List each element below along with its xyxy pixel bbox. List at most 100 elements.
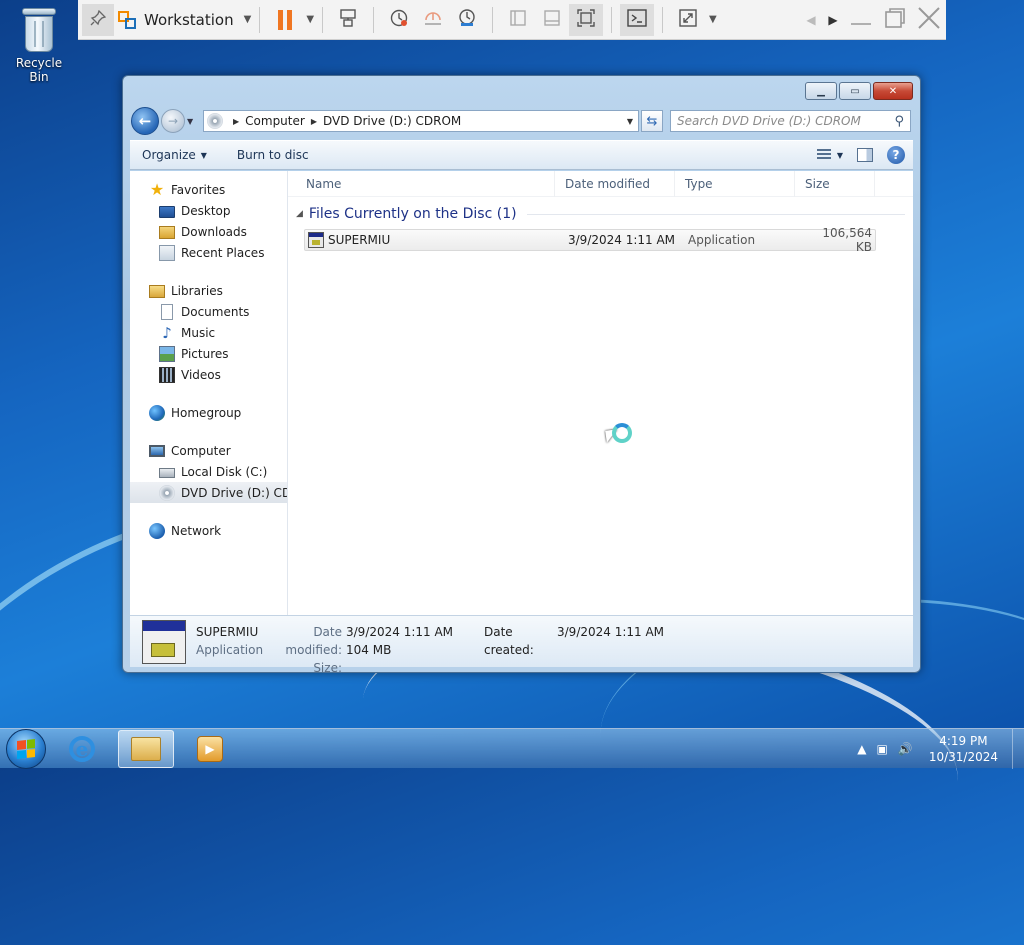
change-view-button[interactable]: ▼ [816,149,843,161]
nav-item-desktop[interactable]: Desktop [130,200,287,221]
window-maximize-button[interactable]: ▭ [839,82,871,100]
nav-item-computer[interactable]: Computer [130,440,287,461]
breadcrumb-computer[interactable]: Computer [245,114,305,128]
minimize-button[interactable] [844,4,878,36]
nav-item-network[interactable]: Network [130,520,287,541]
pin-toolbar-button[interactable] [82,3,114,36]
vm-menu-button[interactable]: Workstation ▼ [118,10,251,29]
desktop-icon-recycle-bin[interactable]: Recycle Bin [6,6,72,84]
system-tray: ▲ ▣ 🔊 4:19 PM 10/31/2024 [857,728,1024,769]
nav-item-label: Network [171,523,222,538]
clock[interactable]: 4:19 PM 10/31/2024 [929,733,998,765]
music-icon: ♪ [162,323,172,342]
search-box[interactable]: Search DVD Drive (D:) CDROM ⚲ [670,110,911,132]
start-button[interactable] [6,728,46,769]
fullscreen-menu-chevron-icon[interactable]: ▼ [709,14,717,25]
table-row[interactable]: SUPERMIU 3/9/2024 1:11 AM Application 10… [304,226,876,254]
thumbnail-bar-button[interactable] [535,4,569,36]
nav-item-pictures[interactable]: Pictures [130,343,287,364]
take-snapshot-button[interactable] [382,4,416,36]
volume-icon[interactable]: 🔊 [898,742,913,756]
breadcrumb-chevron-icon[interactable]: ▶ [311,117,317,126]
preview-pane-button[interactable] [857,148,873,162]
window-caption-buttons: ▁ ▭ ✕ [805,82,913,100]
nav-item-homegroup[interactable]: Homegroup [130,402,287,423]
recycle-bin-label: Recycle Bin [15,56,63,84]
help-icon: ? [892,148,900,162]
command-bar: Organize ▼ Burn to disc ▼ ? [130,140,913,170]
send-ctrl-alt-del-button[interactable] [331,4,365,36]
nav-item-recent-places[interactable]: Recent Places [130,242,287,263]
view-controls: ▼ ? [816,146,913,164]
nav-item-videos[interactable]: Videos [130,364,287,385]
arrow-left-icon: ← [138,112,152,130]
taskbar-internet-explorer[interactable]: e [54,730,110,768]
column-header-date[interactable]: Date modified [555,170,675,197]
nav-item-music[interactable]: ♪ Music [130,322,287,343]
taskbar-media-player[interactable]: ▶ [182,730,238,768]
breadcrumb-chevron-icon[interactable]: ▶ [233,117,239,126]
navigation-bar: ← → ▼ ▶ Computer ▶ DVD Drive (D:) CDROM … [131,106,912,136]
burn-to-disc-button[interactable]: Burn to disc [237,148,309,162]
window-close-button[interactable]: ✕ [873,82,913,100]
nav-item-label: Documents [181,304,250,319]
revert-snapshot-button[interactable] [416,4,450,36]
scroll-right-icon[interactable]: ▶ [822,4,844,36]
search-icon[interactable]: ⚲ [894,114,904,129]
full-screen-button[interactable] [671,4,705,36]
details-pane: SUPERMIU Application Date modified: Size… [130,615,913,675]
organize-button[interactable]: Organize ▼ [142,148,207,162]
recycle-bin-icon [22,8,56,52]
nav-item-label: Homegroup [171,405,242,420]
forward-button[interactable]: → [161,109,185,133]
media-player-icon: ▶ [197,735,223,762]
pause-menu-chevron-icon[interactable]: ▼ [306,14,314,25]
pause-button[interactable] [268,4,302,36]
nav-group-network: Network [130,520,287,541]
nav-item-documents[interactable]: Documents [130,301,287,322]
vm-title: Workstation [144,10,234,29]
column-header-name[interactable]: Name [288,170,555,197]
nav-item-favorites[interactable]: ★ Favorites [130,179,287,200]
restore-button[interactable] [878,4,912,36]
show-library-button[interactable] [501,4,535,36]
address-dropdown-icon[interactable]: ▼ [622,117,638,126]
refresh-icon: ⇆ [646,113,658,129]
back-button[interactable]: ← [131,107,159,135]
column-header-size[interactable]: Size [795,170,875,197]
column-header-type[interactable]: Type [675,170,795,197]
details-created-value: 3/9/2024 1:11 AM [557,625,665,639]
toolbar-divider [662,6,664,33]
nav-item-local-disk[interactable]: Local Disk (C:) [130,461,287,482]
show-desktop-button[interactable] [1012,728,1024,769]
snapshot-manager-icon [457,8,477,31]
taskbar-windows-explorer[interactable] [118,729,174,768]
console-view-button[interactable] [620,3,655,36]
nav-item-dvd-drive[interactable]: DVD Drive (D:) CDROM [130,482,287,503]
arrow-right-icon: → [167,114,179,128]
scroll-left-icon[interactable]: ◀ [800,4,822,36]
network-icon [149,522,165,539]
group-header[interactable]: ◢ Files Currently on the Disc (1) [296,206,905,222]
network-icon[interactable]: ▣ [877,742,888,756]
file-list: Name Date modified Type Size ◢ Files Cur… [288,170,913,615]
toolbar-divider [259,6,261,33]
breadcrumb-dvd-drive[interactable]: DVD Drive (D:) CDROM [323,114,461,128]
nav-item-libraries[interactable]: Libraries [130,280,287,301]
refresh-button[interactable]: ⇆ [641,110,663,132]
send-ctrl-alt-del-icon [338,8,358,31]
nav-item-downloads[interactable]: Downloads [130,221,287,242]
console-view-icon [626,8,648,31]
fit-guest-button[interactable] [569,3,604,36]
snapshot-manager-button[interactable] [450,4,484,36]
show-hidden-icons-icon[interactable]: ▲ [857,742,866,756]
recent-pages-dropdown[interactable]: ▼ [187,117,199,126]
help-button[interactable]: ? [887,146,905,164]
nav-item-label: Downloads [181,224,247,239]
address-bar[interactable]: ▶ Computer ▶ DVD Drive (D:) CDROM ▼ [203,110,639,132]
close-button[interactable] [912,4,946,36]
nav-item-label: Desktop [181,203,231,218]
group-divider [526,213,905,215]
recent-places-icon [159,244,175,261]
window-minimize-button[interactable]: ▁ [805,82,837,100]
